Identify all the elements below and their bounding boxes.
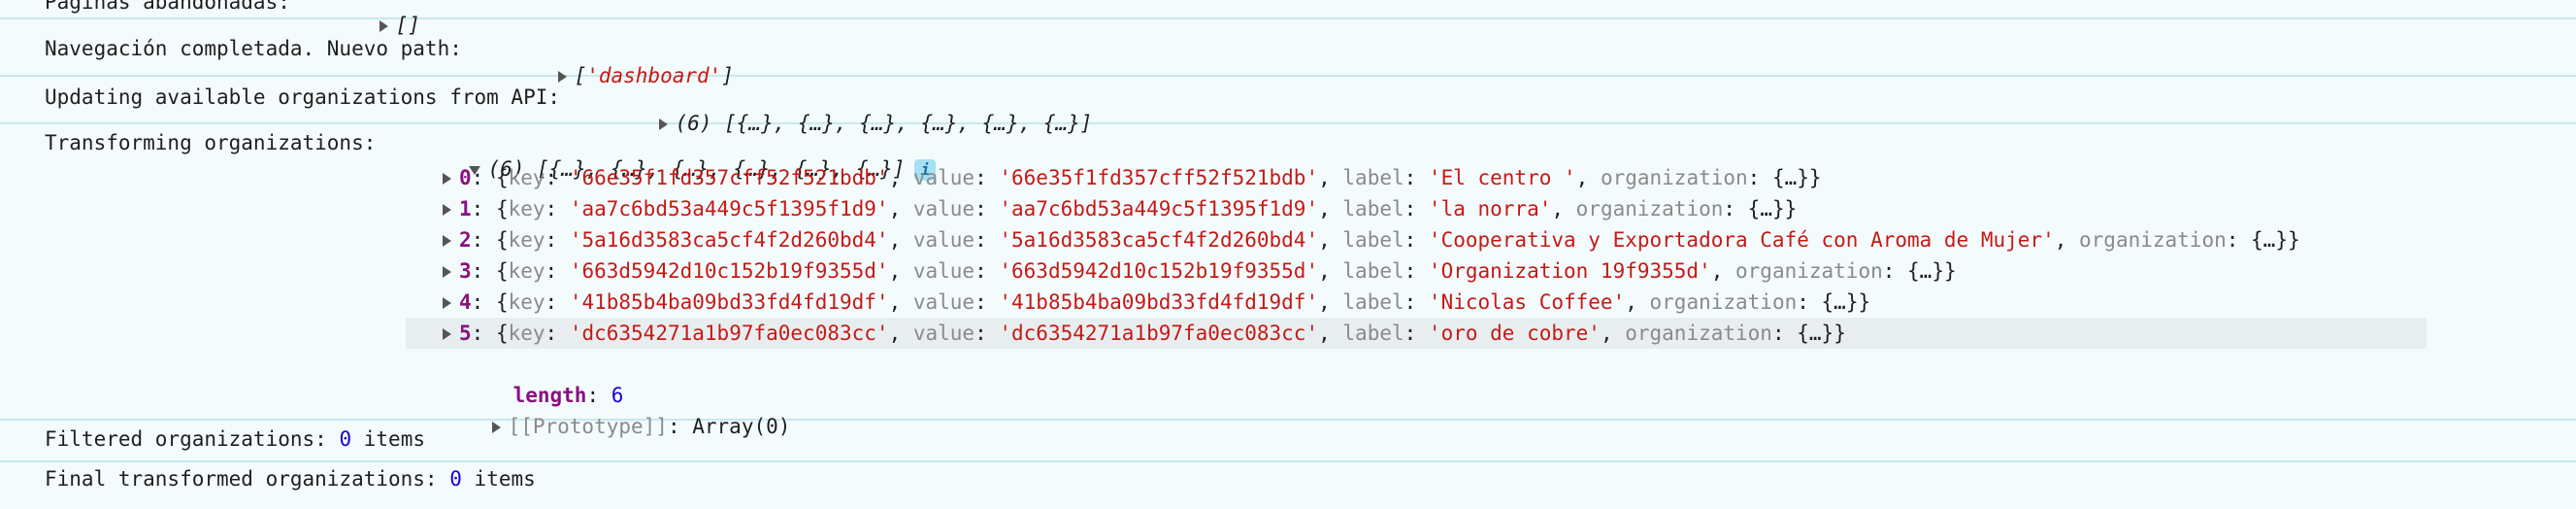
prop-name: label: [1342, 322, 1404, 345]
prop-name: value: [912, 259, 975, 283]
console-row-updating: Updating available organizations from AP…: [0, 77, 2576, 135]
prop-name: value: [912, 166, 975, 189]
item-index: 2: [459, 228, 472, 252]
prop-value: '5a16d3583ca5cf4f2d260bd4': [999, 228, 1319, 252]
prop-name: key: [508, 322, 545, 345]
prop-value: 'aa7c6bd53a449c5f1395f1d9': [569, 197, 889, 221]
array-item[interactable]: 4: {key: '41b85b4ba09bd33fd4fd19df', val…: [443, 287, 1870, 318]
prop-name: key: [508, 259, 545, 283]
prop-name: key: [508, 166, 545, 189]
item-index: 0: [459, 166, 472, 189]
log-message: Navegación completada. Nuevo path:: [45, 37, 462, 60]
array-item[interactable]: 3: {key: '663d5942d10c152b19f9355d', val…: [443, 255, 1957, 287]
log-message: Updating available organizations from AP…: [45, 85, 561, 109]
prop-value: '663d5942d10c152b19f9355d': [999, 259, 1319, 283]
prop-name: organization: [1575, 197, 1724, 221]
array-item[interactable]: 0: {key: '66e35f1fd357cff52f521bdb', val…: [443, 162, 1822, 193]
prop-value: '66e35f1fd357cff52f521bdb': [569, 166, 889, 189]
prop-value: {…}: [1821, 290, 1859, 314]
prop-name: key: [508, 228, 545, 252]
prop-value: '41b85b4ba09bd33fd4fd19df': [569, 290, 889, 314]
prop-value: {…}: [1747, 197, 1785, 221]
log-message: Transforming organizations:: [45, 131, 377, 154]
console-row-navegacion: Navegación completada. Nuevo path: ['das…: [0, 19, 2576, 87]
item-index: 5: [459, 322, 472, 345]
prop-name: label: [1342, 259, 1404, 283]
item-index: 4: [459, 290, 472, 314]
expand-triangle-icon[interactable]: [443, 235, 451, 247]
prop-name: key: [508, 197, 545, 221]
prop-value: 'Organization 19f9355d': [1428, 259, 1711, 283]
expand-triangle-icon[interactable]: [443, 173, 451, 185]
prop-name: label: [1342, 166, 1404, 189]
prop-value: '5a16d3583ca5cf4f2d260bd4': [569, 228, 889, 252]
prop-value: '41b85b4ba09bd33fd4fd19df': [999, 290, 1319, 314]
prop-value: '66e35f1fd357cff52f521bdb': [999, 166, 1319, 189]
prototype-property[interactable]: [[Prototype]]: Array(0): [443, 380, 790, 438]
prop-name: organization: [1625, 322, 1772, 345]
array-item[interactable]: 1: {key: 'aa7c6bd53a449c5f1395f1d9', val…: [443, 193, 1797, 224]
item-index: 3: [459, 259, 472, 283]
prop-value: 'oro de cobre': [1428, 322, 1601, 345]
prop-name: label: [1342, 197, 1404, 221]
console-row-paginas: Páginas abandonadas: []: [0, 0, 2576, 37]
prop-value: {…}: [1907, 259, 1944, 283]
prop-value: 'Nicolas Coffee': [1428, 290, 1626, 314]
prop-name: value: [912, 322, 975, 345]
prop-value: 'El centro ': [1428, 166, 1576, 189]
prop-value: 'dc6354271a1b97fa0ec083cc': [999, 322, 1319, 345]
prop-name: organization: [1735, 259, 1883, 283]
prop-name: organization: [1600, 166, 1748, 189]
prop-name: value: [912, 290, 975, 314]
console-row-filtered: Filtered organizations: 0 items: [0, 421, 2576, 462]
prop-value: {…}: [1771, 166, 1809, 189]
log-message: Filtered organizations: 0 items: [45, 427, 425, 451]
prop-value: {…}: [2251, 228, 2288, 252]
prop-name: value: [912, 228, 975, 252]
log-message: Final transformed organizations: 0 items: [45, 467, 536, 491]
prop-name: key: [508, 290, 545, 314]
prop-value: '663d5942d10c152b19f9355d': [569, 259, 889, 283]
length-property: length: 6: [512, 384, 624, 407]
prop-name: organization: [2079, 228, 2227, 252]
expand-triangle-icon[interactable]: [443, 266, 451, 278]
expand-triangle-icon[interactable]: [443, 204, 451, 216]
array-item[interactable]: 5: {key: 'dc6354271a1b97fa0ec083cc', val…: [406, 318, 2427, 349]
log-message: Páginas abandonadas:: [45, 0, 290, 14]
prop-value: 'dc6354271a1b97fa0ec083cc': [569, 322, 889, 345]
prop-value: 'la norra': [1428, 197, 1552, 221]
array-item[interactable]: 2: {key: '5a16d3583ca5cf4f2d260bd4', val…: [443, 224, 2300, 255]
expand-triangle-icon[interactable]: [443, 328, 451, 340]
console-row-final: Final transformed organizations: 0 items: [0, 462, 2576, 509]
prop-name: label: [1342, 228, 1404, 252]
item-index: 1: [459, 197, 472, 221]
console-row-transforming: Transforming organizations: (6) [{…}, {……: [0, 124, 2576, 438]
prop-name: value: [912, 197, 975, 221]
expand-triangle-icon[interactable]: [443, 297, 451, 309]
prop-value: {…}: [1797, 322, 1834, 345]
prop-value: 'aa7c6bd53a449c5f1395f1d9': [999, 197, 1319, 221]
prop-name: label: [1342, 290, 1404, 314]
prop-value: 'Cooperativa y Exportadora Café con Arom…: [1428, 228, 2055, 252]
prop-name: organization: [1649, 290, 1798, 314]
